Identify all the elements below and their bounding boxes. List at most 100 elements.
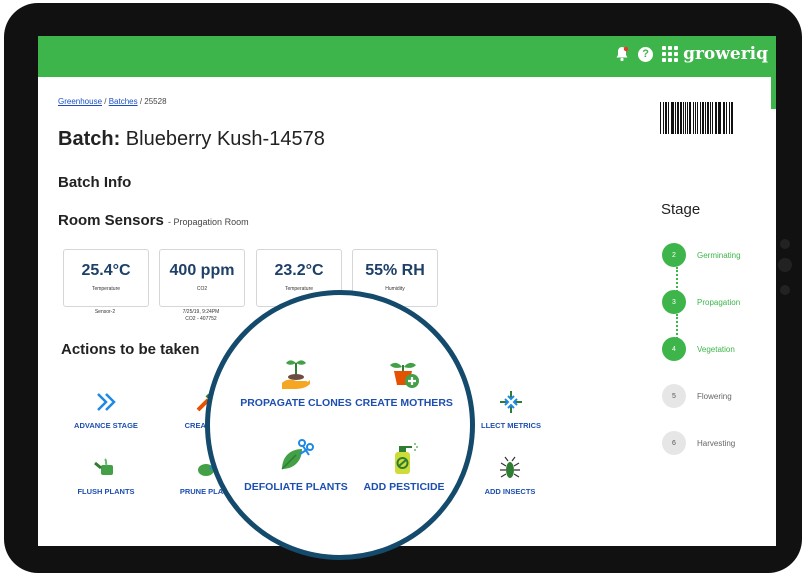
step-label: Vegetation bbox=[697, 344, 735, 354]
barcode-bar bbox=[701, 102, 704, 134]
barcode-bar bbox=[729, 102, 731, 134]
barcode-bar bbox=[726, 102, 728, 134]
home-button[interactable] bbox=[778, 258, 792, 272]
barcode-bar bbox=[672, 102, 674, 134]
room-name: - Propagation Room bbox=[168, 217, 249, 227]
barcode-bar bbox=[677, 102, 680, 134]
stage-step-harvesting[interactable]: 6 Harvesting bbox=[662, 431, 735, 455]
barcode-bar bbox=[707, 102, 709, 134]
action-label: ADVANCE STAGE bbox=[74, 421, 138, 430]
flush-plants-button[interactable]: FLUSH PLANTS bbox=[58, 455, 154, 496]
barcode-bar bbox=[709, 102, 712, 134]
camera-dot bbox=[780, 239, 790, 249]
barcode-bar bbox=[670, 102, 672, 134]
stage-step-flowering[interactable]: 5 Flowering bbox=[662, 384, 732, 408]
step-number: 5 bbox=[662, 384, 686, 408]
breadcrumb-batches[interactable]: Batches bbox=[109, 97, 138, 106]
barcode-bar bbox=[731, 102, 734, 134]
barcode-bar bbox=[689, 102, 692, 134]
stage-heading: Stage bbox=[661, 201, 701, 218]
advance-stage-button[interactable]: ADVANCE STAGE bbox=[58, 389, 154, 430]
action-label: CREATE MOTHERS bbox=[355, 397, 453, 409]
insect-icon bbox=[462, 455, 558, 481]
sensor-dot bbox=[780, 285, 790, 295]
barcode-bar bbox=[687, 102, 689, 134]
stage-step-germinating[interactable]: 2 Germinating bbox=[662, 243, 741, 267]
action-label: ADD PESTICIDE bbox=[363, 481, 445, 493]
add-pesticide-button[interactable]: ADD PESTICIDE bbox=[334, 437, 474, 493]
title-prefix: Batch: bbox=[58, 128, 121, 150]
breadcrumb-current: 25528 bbox=[144, 97, 167, 106]
barcode-bar bbox=[682, 102, 684, 134]
action-label: LLECT METRICS bbox=[481, 421, 541, 430]
room-sensors-heading: Room Sensors - Propagation Room bbox=[58, 212, 249, 229]
sensor-value: 23.2°C bbox=[274, 262, 324, 279]
barcode-bar bbox=[712, 102, 713, 134]
sensor-card[interactable]: 25.4°C Temperature bbox=[63, 249, 149, 307]
logo-mark-icon bbox=[662, 46, 679, 62]
top-bar: ? groweriq bbox=[38, 36, 776, 77]
bell-icon[interactable] bbox=[615, 46, 629, 62]
batch-name: Blueberry Kush-14578 bbox=[125, 128, 325, 150]
action-label: ADD INSECTS bbox=[484, 487, 536, 496]
scroll-indicator[interactable] bbox=[771, 77, 776, 109]
barcode-bar bbox=[668, 102, 669, 134]
sensor-value: 55% RH bbox=[365, 262, 425, 279]
sensor-id: CO2 - 407752 bbox=[185, 316, 217, 322]
groweriq-logo[interactable]: groweriq bbox=[662, 44, 768, 64]
barcode-bar bbox=[674, 102, 676, 134]
barcode-bar bbox=[665, 102, 667, 134]
barcode-bar bbox=[695, 102, 697, 134]
collect-metrics-button[interactable]: LLECT METRICS bbox=[463, 389, 559, 430]
barcode-bar bbox=[724, 102, 726, 134]
sensor-value: 400 ppm bbox=[169, 262, 235, 279]
step-label: Harvesting bbox=[697, 438, 736, 448]
sensor-label: Humidity bbox=[385, 286, 405, 292]
step-number: 4 bbox=[662, 337, 686, 361]
stage-step-propagation[interactable]: 3 Propagation bbox=[662, 290, 740, 314]
watering-can-icon bbox=[58, 455, 154, 481]
barcode-bar bbox=[693, 102, 695, 134]
barcode-bar bbox=[722, 102, 724, 134]
sensor-timestamp: 7/25/19, 9:24PM bbox=[182, 309, 220, 315]
actions-heading: Actions to be taken bbox=[61, 341, 200, 358]
barcode-bar bbox=[697, 102, 699, 134]
barcode-bar bbox=[685, 102, 687, 134]
sensor-card[interactable]: 400 ppm CO2 bbox=[159, 249, 245, 307]
room-sensors-title: Room Sensors bbox=[58, 212, 164, 229]
batch-barcode bbox=[660, 102, 734, 134]
action-label: FLUSH PLANTS bbox=[77, 487, 135, 496]
barcode-bar bbox=[719, 102, 721, 134]
sensor-label: CO2 bbox=[196, 286, 208, 292]
barcode-bar bbox=[663, 102, 664, 134]
step-number: 6 bbox=[662, 431, 686, 455]
logo-text: groweriq bbox=[683, 44, 768, 64]
stage-step-vegetation[interactable]: 4 Vegetation bbox=[662, 337, 735, 361]
double-chevron-icon bbox=[58, 389, 154, 415]
collapse-arrows-icon bbox=[463, 389, 559, 415]
spray-bottle-icon bbox=[334, 437, 474, 477]
step-number: 3 bbox=[662, 290, 686, 314]
sensor-value: 25.4°C bbox=[81, 262, 131, 279]
sensor-label: Temperature bbox=[91, 286, 121, 292]
step-label: Flowering bbox=[697, 391, 732, 401]
breadcrumb-greenhouse[interactable]: Greenhouse bbox=[58, 97, 102, 106]
step-label: Propagation bbox=[697, 297, 741, 307]
potted-plant-plus-icon bbox=[334, 353, 474, 393]
page-title: Batch: Blueberry Kush-14578 bbox=[58, 128, 325, 151]
barcode-bar bbox=[714, 102, 717, 134]
barcode-bar bbox=[680, 102, 682, 134]
add-insects-button[interactable]: ADD INSECTS bbox=[462, 455, 558, 496]
barcode-bar bbox=[717, 102, 719, 134]
help-icon[interactable]: ? bbox=[638, 46, 654, 62]
breadcrumb-separator: / bbox=[102, 97, 109, 106]
step-number: 2 bbox=[662, 243, 686, 267]
breadcrumb: Greenhouse / Batches / 25528 bbox=[58, 97, 167, 106]
sensor-subtext: Sensor-2 bbox=[94, 309, 116, 315]
barcode-bar bbox=[704, 102, 706, 134]
barcode-bar bbox=[660, 102, 662, 134]
batch-info-heading: Batch Info bbox=[58, 174, 132, 191]
step-label: Germinating bbox=[697, 250, 741, 260]
magnifier-circle: PROPAGATE CLONES CREATE MOTHERS DEFOLIAT… bbox=[205, 290, 475, 560]
create-mothers-button[interactable]: CREATE MOTHERS bbox=[334, 353, 474, 409]
